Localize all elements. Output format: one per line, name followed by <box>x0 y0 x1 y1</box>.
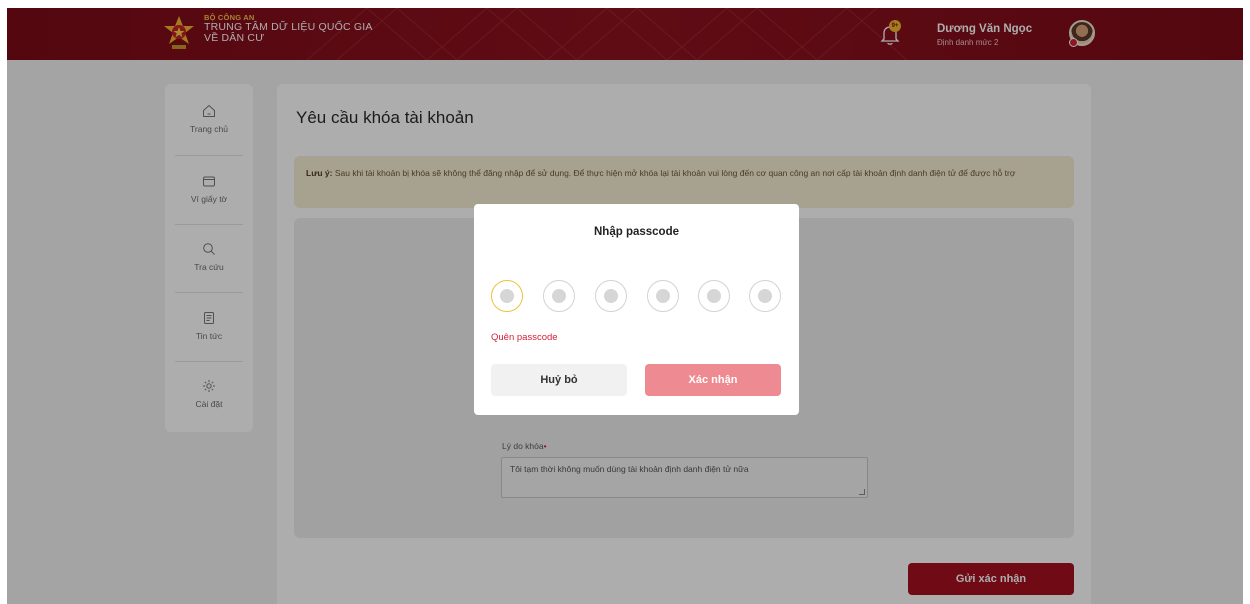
confirm-button[interactable]: Xác nhận <box>645 364 781 396</box>
passcode-digit[interactable] <box>749 280 781 312</box>
passcode-digit[interactable] <box>491 280 523 312</box>
passcode-digit[interactable] <box>647 280 679 312</box>
app-window: BỘ CÔNG AN TRUNG TÂM DỮ LIỆU QUỐC GIA VỀ… <box>7 8 1243 604</box>
passcode-digit[interactable] <box>698 280 730 312</box>
modal-title: Nhập passcode <box>594 226 679 238</box>
passcode-digit[interactable] <box>543 280 575 312</box>
cancel-button[interactable]: Huỷ bỏ <box>491 364 627 396</box>
passcode-digit[interactable] <box>595 280 627 312</box>
passcode-modal: Nhập passcode Quên passcode Huỷ bỏ Xác n… <box>474 204 799 415</box>
forgot-passcode-link[interactable]: Quên passcode <box>491 332 558 343</box>
